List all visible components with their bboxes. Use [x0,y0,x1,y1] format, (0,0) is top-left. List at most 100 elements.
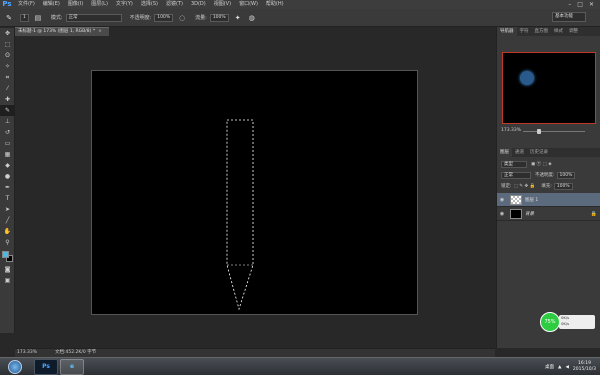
menu-3d[interactable]: 3D(D) [187,0,210,9]
clock[interactable]: 16:19 2015/10/3 [573,361,596,373]
zoom-tool-icon[interactable]: ⚲ [0,237,15,248]
color-swatches[interactable] [0,250,15,264]
menu-edit[interactable]: 编辑(E) [39,0,64,9]
opacity-input[interactable]: 100% [154,13,174,22]
crop-tool-icon[interactable]: ⌗ [0,72,15,83]
quick-select-tool-icon[interactable]: ✧ [0,61,15,72]
brush-tool-icon[interactable]: ✎ [0,105,15,116]
eraser-tool-icon[interactable]: ▭ [0,138,15,149]
desktop-label[interactable]: 桌面 [545,364,554,370]
navigator-preview[interactable] [502,52,596,124]
workspace-select[interactable]: 基本功能 [552,12,586,22]
close-button[interactable]: ✕ [589,1,594,8]
tab-histogram[interactable]: 直方图 [532,27,552,36]
tools-panel: ✥ ⬚ ʘ ✧ ⌗ ⁄ ✚ ✎ ⊥ ↺ ▭ ▦ ◆ ● ✒ T ➤ ╱ ✋ ⚲ … [0,28,15,333]
fill-input[interactable]: 100% [553,183,573,190]
airbrush-icon[interactable]: ✦ [233,13,243,23]
speed-percent[interactable]: 75% [540,312,560,332]
shape-tool-icon[interactable]: ╱ [0,215,15,226]
menu-file[interactable]: 文件(F) [14,0,39,9]
menu-items: 文件(F) 编辑(E) 图像(I) 图层(L) 文字(Y) 选择(S) 滤镜(T… [14,0,288,9]
menu-help[interactable]: 帮助(H) [262,0,288,9]
slider-knob[interactable] [537,129,541,134]
mode-select[interactable]: 正常 [65,13,122,22]
brush-size-picker[interactable]: 1 [20,13,29,22]
layer-name[interactable]: 图层 1 [525,197,538,203]
tab-navigator[interactable]: 导航器 [497,27,517,36]
network-speed-widget[interactable]: 75% 0K/s 0K/s [540,312,596,332]
document-info[interactable]: 文档:452.2K/0 字节 [55,349,96,357]
network-icon[interactable]: ▲ [558,365,561,370]
menu-view[interactable]: 视图(V) [210,0,235,9]
taskbar-photoshop[interactable]: Ps [34,359,58,375]
tab-character[interactable]: 字符 [517,27,532,36]
blend-mode-select[interactable]: 正常 [501,172,531,179]
dodge-tool-icon[interactable]: ● [0,171,15,182]
volume-icon[interactable]: ◀ [565,365,568,370]
menu-select[interactable]: 选择(S) [137,0,162,9]
foreground-color-swatch[interactable] [2,251,9,258]
menu-type[interactable]: 文字(Y) [112,0,137,9]
layer-row[interactable]: ◉ 图层 1 [497,193,600,207]
navigator-tabs: 导航器 字符 直方图 样式 调整 [497,27,600,36]
type-tool-icon[interactable]: T [0,193,15,204]
lock-label: 锁定: [501,184,512,189]
navigator-zoom-slider[interactable] [523,129,585,134]
layer-blend-row: 正常 不透明度: 100% [501,171,597,180]
flow-label: 流量: [195,15,207,21]
document-tab-title: 未标题-1 @ 173% (图层 1, RGB/8) * [18,29,96,34]
blur-tool-icon[interactable]: ◆ [0,160,15,171]
eyedropper-tool-icon[interactable]: ⁄ [0,83,15,94]
lock-icon: 🔒 [590,210,597,217]
lock-icons[interactable]: ⬚ ✎ ✥ 🔒 [514,182,536,191]
menu-layer[interactable]: 图层(L) [87,0,112,9]
path-select-tool-icon[interactable]: ➤ [0,204,15,215]
eye-icon[interactable]: ◉ [497,197,507,203]
quick-mask-icon[interactable]: ◙ [0,264,15,275]
layer-thumbnail [510,208,522,219]
minimize-button[interactable]: – [568,1,571,8]
document-close-icon[interactable]: × [98,29,102,34]
tab-adjustments[interactable]: 调整 [566,27,581,36]
menu-window[interactable]: 窗口(W) [235,0,262,9]
kind-filter-select[interactable]: 类型 [501,161,527,168]
document-tab[interactable]: 未标题-1 @ 173% (图层 1, RGB/8) * × [15,27,109,36]
layer-row[interactable]: ◉ 背景 🔒 [497,207,600,221]
tab-layers[interactable]: 图层 [497,148,512,157]
move-tool-icon[interactable]: ✥ [0,28,15,39]
layer-lock-row: 锁定: ⬚ ✎ ✥ 🔒 填充: 100% [501,182,597,191]
menu-filter[interactable]: 滤镜(T) [162,0,187,9]
screen-mode-icon[interactable]: ▣ [0,275,15,286]
lasso-tool-icon[interactable]: ʘ [0,50,15,61]
layer-opacity-input[interactable]: 100% [556,172,576,179]
flow-input[interactable]: 100% [209,13,229,22]
document-canvas[interactable] [91,70,418,315]
pressure-size-icon[interactable]: ◍ [247,13,257,23]
eye-icon[interactable]: ◉ [497,211,507,217]
marquee-tool-icon[interactable]: ⬚ [0,39,15,50]
status-bar: 173.33% 文档:452.2K/0 字节 [15,348,495,357]
tab-channels[interactable]: 通道 [512,148,527,157]
layers-tabs: 图层 通道 历史记录 [497,148,600,157]
navigator-zoom[interactable]: 173.33% [501,128,521,133]
clone-stamp-tool-icon[interactable]: ⊥ [0,116,15,127]
history-brush-tool-icon[interactable]: ↺ [0,127,15,138]
pen-tool-icon[interactable]: ✒ [0,182,15,193]
start-button[interactable] [8,360,22,374]
hand-tool-icon[interactable]: ✋ [0,226,15,237]
menu-image[interactable]: 图像(I) [64,0,87,9]
zoom-level[interactable]: 173.33% [15,349,55,357]
pressure-opacity-icon[interactable]: ◌ [177,13,187,23]
menu-bar: Ps 文件(F) 编辑(E) 图像(I) 图层(L) 文字(Y) 选择(S) 滤… [0,0,600,9]
brush-panel-icon[interactable]: ▤ [33,13,43,23]
filter-icons[interactable]: ▣ Ⓣ ⬚ ◈ [531,160,552,169]
taskbar-ie[interactable]: e [60,359,84,375]
options-bar: ✎ 1 ▤ 模式: 正常 不透明度: 100% ◌ 流量: 100% ✦ ◍ 基… [0,9,600,27]
tab-history[interactable]: 历史记录 [527,148,551,157]
restore-button[interactable]: □ [577,1,583,8]
layer-name[interactable]: 背景 [525,211,534,217]
gradient-tool-icon[interactable]: ▦ [0,149,15,160]
tab-styles[interactable]: 样式 [551,27,566,36]
healing-brush-tool-icon[interactable]: ✚ [0,94,15,105]
brush-tool-icon[interactable]: ✎ [4,13,14,23]
